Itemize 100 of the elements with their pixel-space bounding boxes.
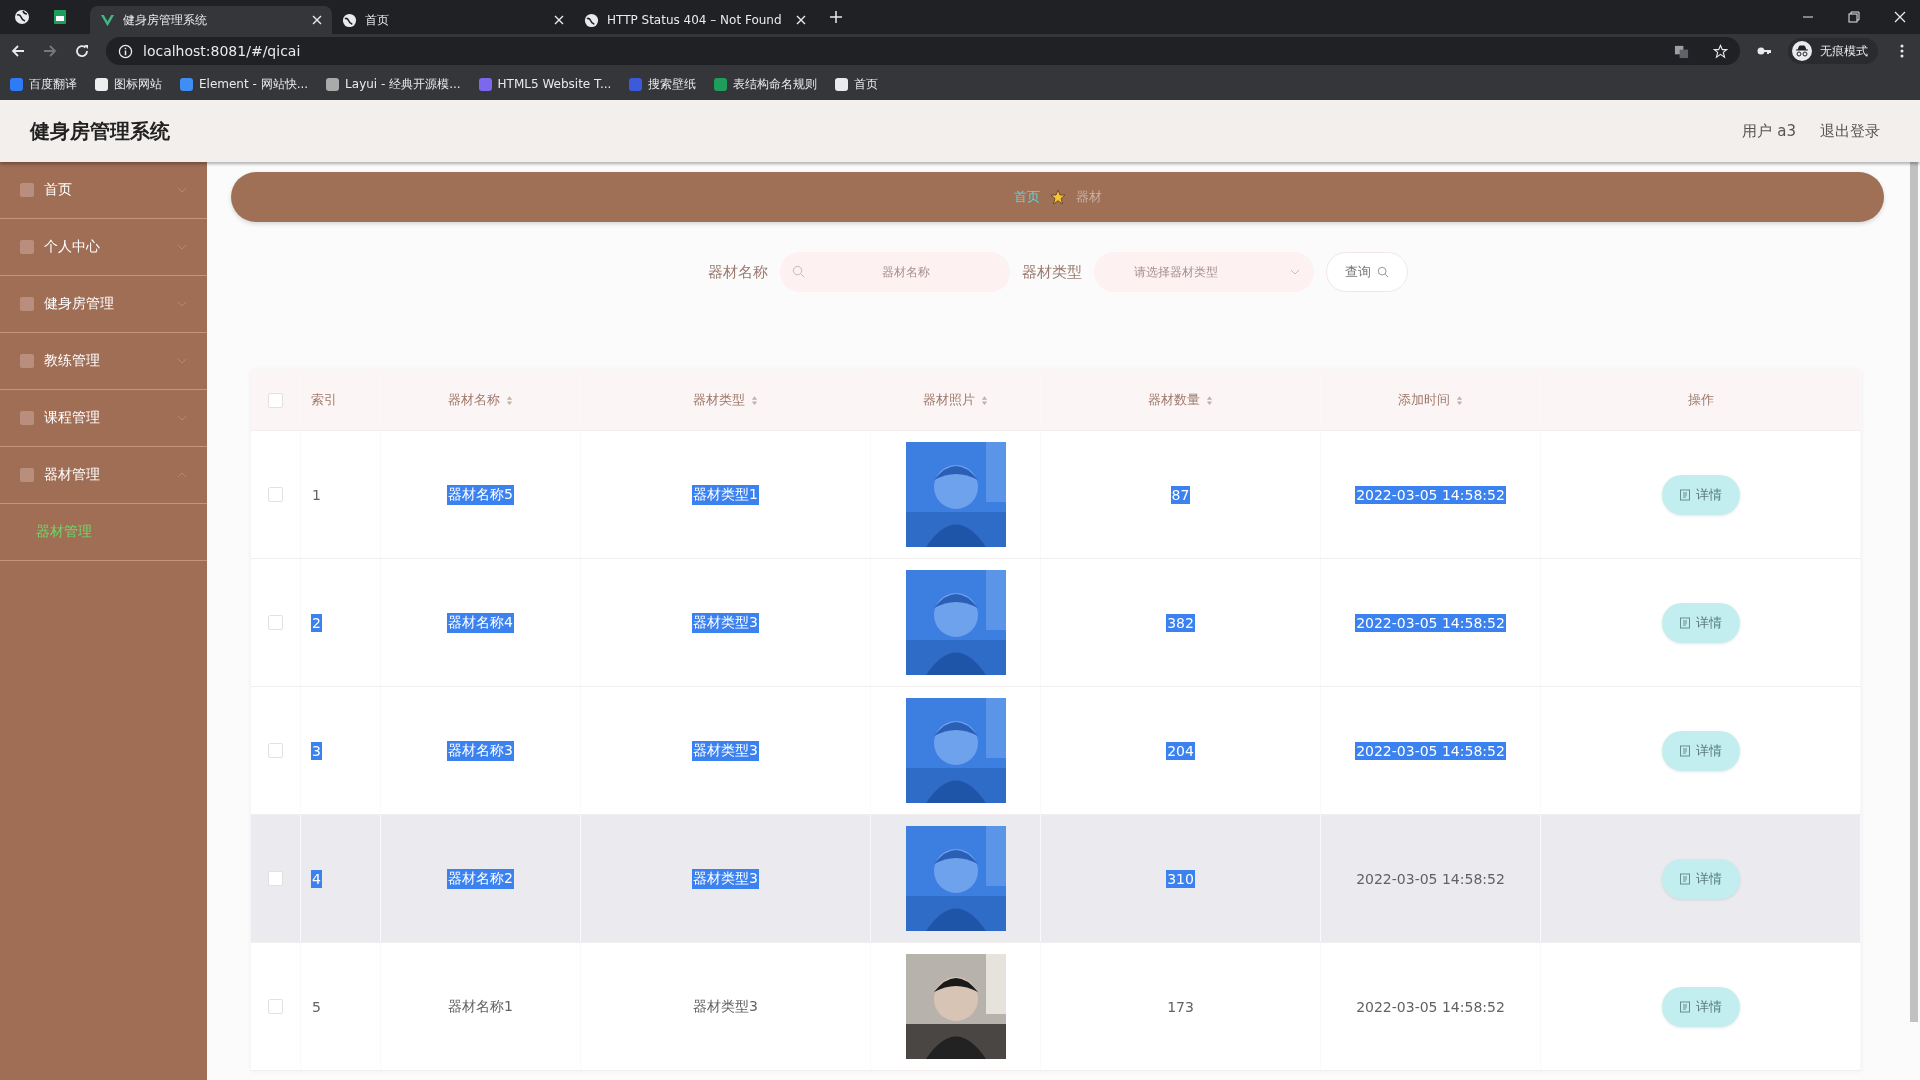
- details-button[interactable]: 详情: [1661, 602, 1740, 643]
- search-icon: [1376, 266, 1389, 278]
- document-icon: [1679, 488, 1691, 501]
- table-cell: 310: [1166, 869, 1195, 888]
- spreadsheet-icon[interactable]: [52, 9, 68, 25]
- star-icon[interactable]: [1713, 43, 1728, 59]
- favicon-icon: [629, 77, 643, 91]
- bookmark[interactable]: 搜索壁纸: [629, 75, 697, 93]
- square-icon: [20, 468, 34, 482]
- logout-link[interactable]: 退出登录: [1820, 121, 1880, 141]
- incognito-button[interactable]: 无痕模式: [1788, 38, 1878, 64]
- star-icon: [1049, 189, 1066, 205]
- favicon-icon: [326, 77, 340, 91]
- search-icon: [791, 265, 805, 278]
- table-cell-text: 器材类型3: [692, 996, 759, 1016]
- table-cell: 2022-03-05 14:58:52: [1355, 613, 1506, 632]
- square-icon: [20, 240, 34, 254]
- user-name: 用户 a3: [1742, 121, 1796, 141]
- column-header[interactable]: 添加时间: [1398, 391, 1463, 409]
- table-cell: 382: [1166, 613, 1195, 632]
- table-cell: 器材类型3: [692, 740, 759, 761]
- column-header[interactable]: 器材数量: [1148, 391, 1213, 409]
- field-label: 器材类型: [1021, 262, 1082, 282]
- table-row[interactable]: 1 器材名称5 器材类型1 87 2022-03-05 14:58:52 详情: [251, 431, 1861, 559]
- favicon-icon: [180, 77, 193, 91]
- square-icon: [20, 411, 34, 425]
- column-header[interactable]: 器材照片: [923, 391, 988, 409]
- close-icon[interactable]: [796, 15, 806, 25]
- row-checkbox[interactable]: [268, 871, 283, 886]
- translate-icon[interactable]: [1674, 43, 1689, 59]
- row-checkbox[interactable]: [268, 615, 283, 630]
- restore-icon[interactable]: [1848, 11, 1860, 23]
- column-header: 操作: [1687, 391, 1714, 409]
- close-icon[interactable]: [1894, 11, 1906, 23]
- select-all-checkbox[interactable]: [268, 392, 283, 408]
- column-header[interactable]: 器材类型: [693, 391, 758, 409]
- bookmark[interactable]: 表结构命名规则: [714, 75, 818, 93]
- close-icon[interactable]: [554, 15, 564, 25]
- browser-tab[interactable]: 首页: [332, 6, 574, 34]
- row-checkbox[interactable]: [268, 999, 283, 1014]
- table-cell: 器材名称4: [447, 612, 514, 633]
- info-icon[interactable]: [118, 43, 133, 59]
- table-cell: 器材名称5: [447, 484, 514, 505]
- table-cell: 2022-03-05 14:58:52: [1355, 869, 1506, 888]
- forward-icon[interactable]: [42, 43, 58, 59]
- address-field[interactable]: localhost:8081/#/qicai: [106, 37, 1740, 65]
- details-button[interactable]: 详情: [1661, 474, 1740, 515]
- table-cell: 5: [311, 997, 322, 1016]
- browser-tab[interactable]: HTTP Status 404 – Not Found: [574, 6, 816, 34]
- row-checkbox[interactable]: [268, 487, 283, 502]
- close-icon[interactable]: [312, 15, 322, 25]
- scrollbar[interactable]: [1910, 162, 1918, 1022]
- row-checkbox[interactable]: [268, 743, 283, 758]
- chevron-icon: [177, 358, 187, 364]
- details-button[interactable]: 详情: [1661, 730, 1740, 771]
- globe-icon: [584, 12, 599, 28]
- bookmark[interactable]: 百度翻译: [10, 75, 77, 93]
- reload-icon[interactable]: [74, 43, 90, 59]
- document-icon: [1679, 1000, 1691, 1013]
- app-title: 健身房管理系统: [30, 117, 170, 145]
- bookmark[interactable]: HTML5 Website T...: [478, 77, 612, 91]
- table-row[interactable]: 5 器材名称1 器材类型3 173 2022-03-05 14:58:52 详情: [251, 943, 1861, 1071]
- chevron-icon: [177, 415, 187, 421]
- table-row[interactable]: 4 器材名称2 器材类型3 310 2022-03-05 14:58:52 详情: [251, 815, 1861, 943]
- table-cell: 2022-03-05 14:58:52: [1355, 997, 1506, 1016]
- table-cell: 4: [311, 869, 322, 888]
- table-row[interactable]: 3 器材名称3 器材类型3 204 2022-03-05 14:58:52 详情: [251, 687, 1861, 815]
- square-icon: [20, 183, 34, 197]
- details-button[interactable]: 详情: [1661, 986, 1740, 1027]
- back-icon[interactable]: [10, 43, 26, 59]
- favicon-icon: [835, 77, 849, 91]
- bookmark[interactable]: 图标网站: [95, 75, 162, 93]
- table-cell-text: 器材名称1: [447, 996, 514, 1016]
- favicon-icon: [478, 77, 492, 91]
- table-cell: 204: [1166, 741, 1195, 760]
- new-tab-icon[interactable]: [830, 11, 842, 23]
- search-field[interactable]: 器材名称: [779, 252, 1010, 292]
- table-row[interactable]: 2 器材名称4 器材类型3 382 2022-03-05 14:58:52 详情: [251, 559, 1861, 687]
- browser-tab[interactable]: 健身房管理系统: [90, 6, 332, 34]
- square-icon: [20, 354, 34, 368]
- table-cell: 2022-03-05 14:58:52: [1355, 485, 1506, 504]
- table-cell: 173: [1166, 997, 1195, 1016]
- table-cell: 器材类型1: [692, 484, 759, 505]
- column-header: 索引: [311, 391, 337, 409]
- globe-icon[interactable]: [14, 9, 30, 25]
- table-cell: 1: [311, 485, 322, 504]
- favicon-icon: [95, 77, 108, 91]
- details-button[interactable]: 详情: [1661, 858, 1740, 899]
- search-button[interactable]: 查询: [1325, 252, 1408, 292]
- column-header[interactable]: 器材名称: [448, 391, 513, 409]
- bookmark[interactable]: 首页: [835, 75, 879, 93]
- breadcrumb-link[interactable]: 首页: [1013, 188, 1040, 206]
- table-cell: 2022-03-05 14:58:52: [1355, 741, 1506, 760]
- table-cell: 器材类型3: [692, 612, 759, 633]
- document-icon: [1679, 616, 1691, 629]
- chevron-icon: [1289, 269, 1300, 275]
- table-cell: 2: [311, 613, 322, 632]
- type-select[interactable]: 请选择器材类型: [1093, 252, 1314, 292]
- bookmark[interactable]: Element - 网站快...: [180, 75, 309, 93]
- bookmark[interactable]: Layui - 经典开源模...: [326, 75, 461, 93]
